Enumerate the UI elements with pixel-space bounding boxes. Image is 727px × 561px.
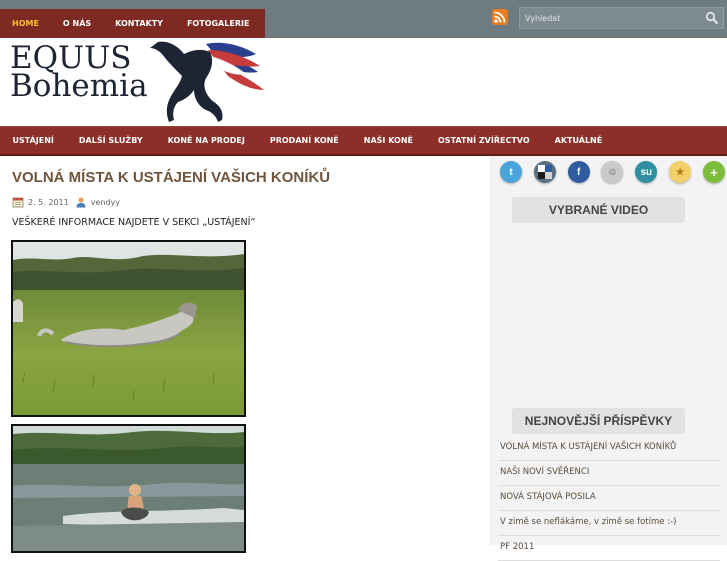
search-icon[interactable]	[705, 11, 719, 25]
top-nav-contacts[interactable]: KONTAKTY	[103, 9, 175, 38]
latest-post-item[interactable]: VOLNÁ MÍSTA K USTÁJENÍ VAŠICH KONÍKŮ	[498, 436, 720, 461]
post-text: VEŠKERÉ INFORMACE NAJDETE V SEKCI „USTÁJ…	[12, 217, 256, 228]
post-meta: 2. 5. 2011 vendyy	[12, 196, 120, 208]
calendar-icon	[12, 197, 24, 208]
main-nav-other-animals[interactable]: OSTATNÍ ZVÍŘECTVO	[426, 136, 543, 145]
latest-post-item[interactable]: NOVÁ STÁJOVÁ POSILA	[498, 486, 720, 511]
latest-post-item[interactable]: V zimě se neflákáme, v zimě se fotíme :-…	[498, 511, 720, 536]
search-input[interactable]	[520, 8, 710, 28]
video-widget-title: VYBRANÉ VIDEO	[512, 197, 685, 223]
main-nav-our-horses[interactable]: NAŠI KONĚ	[351, 136, 425, 145]
main-nav-horses-for-sale[interactable]: KONĚ NA PRODEJ	[155, 136, 257, 145]
facebook-icon[interactable]: f	[567, 161, 590, 183]
top-nav-gallery[interactable]: FOTOGALERIE	[175, 9, 261, 38]
user-icon	[76, 197, 86, 208]
main-content: VOLNÁ MÍSTA K USTÁJENÍ VAŠICH KONÍKŮ 2. …	[0, 156, 490, 553]
latest-post-item[interactable]: PF 2011	[498, 536, 720, 561]
main-navigation: USTÁJENÍ DALŠÍ SLUŽBY KONĚ NA PRODEJ PRO…	[0, 126, 727, 156]
main-nav-news[interactable]: AKTUÁLNĚ	[542, 136, 615, 145]
post-title[interactable]: VOLNÁ MÍSTA K USTÁJENÍ VAŠICH KONÍKŮ	[12, 169, 330, 186]
logo-subtitle: Bohemia	[10, 68, 148, 104]
site-logo[interactable]: EQUUS Bohemia	[8, 40, 270, 126]
video-placeholder[interactable]	[502, 228, 715, 406]
horse-logo-icon	[150, 41, 264, 123]
favorites-icon[interactable]: ★	[669, 161, 692, 183]
site-header: EQUUS Bohemia	[0, 38, 727, 126]
top-bar: HOME O NÁS KONTAKTY FOTOGALERIE	[0, 0, 727, 38]
top-nav-home[interactable]: HOME	[0, 9, 51, 38]
top-navigation: HOME O NÁS KONTAKTY FOTOGALERIE	[0, 9, 265, 38]
sidebar: t f ☺ su ★ + VYBRANÉ VIDEO NEJNOVĚJŠÍ PŘ…	[490, 156, 727, 561]
post-author[interactable]: vendyy	[91, 198, 120, 207]
horse-rolling-photo[interactable]	[11, 240, 246, 417]
main-nav-stabling[interactable]: USTÁJENÍ	[0, 136, 66, 145]
search-box	[519, 7, 724, 29]
delicious-icon[interactable]	[533, 161, 556, 183]
rss-icon[interactable]	[492, 9, 508, 25]
top-nav-about[interactable]: O NÁS	[51, 9, 103, 38]
add-icon[interactable]: +	[702, 161, 725, 183]
latest-posts-title: NEJNOVĚJŠÍ PŘÍSPĚVKY	[512, 408, 685, 434]
latest-post-item[interactable]: NAŠI NOVÍ SVĚŘENCI	[498, 461, 720, 486]
horse-swimming-photo[interactable]	[11, 424, 246, 553]
stumbleupon-icon[interactable]: su	[635, 161, 658, 183]
latest-posts-list: VOLNÁ MÍSTA K USTÁJENÍ VAŠICH KONÍKŮ NAŠ…	[498, 436, 720, 561]
post-date: 2. 5. 2011	[28, 197, 69, 207]
main-nav-services[interactable]: DALŠÍ SLUŽBY	[66, 136, 155, 145]
main-nav-sold-horses[interactable]: PRODANÍ KONĚ	[257, 136, 351, 145]
myspace-icon[interactable]: ☺	[601, 161, 624, 183]
twitter-icon[interactable]: t	[500, 161, 522, 183]
social-icons: t f ☺ su ★ +	[500, 161, 725, 185]
